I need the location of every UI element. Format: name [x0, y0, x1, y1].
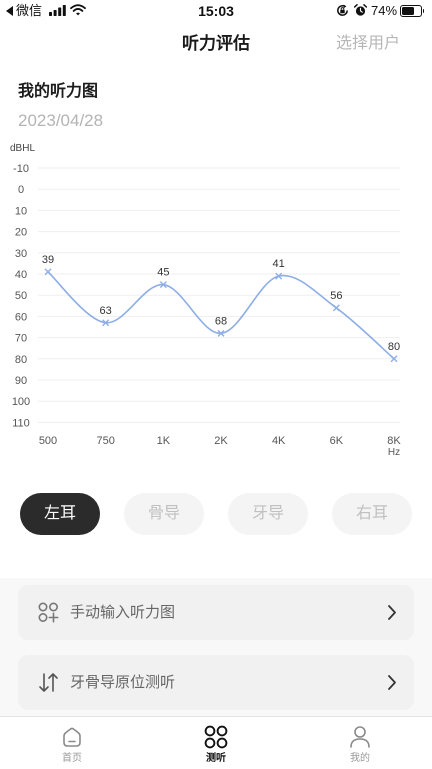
chevron-right-icon — [388, 675, 396, 690]
x-tick-label: 4K — [272, 435, 286, 447]
audiogram-chart: dBHL -10 0 10 20 30 40 50 60 70 80 90 100 110 500 750 1K… — [10, 143, 401, 458]
data-label: 80 — [388, 341, 400, 353]
battery-percent: 74% — [371, 3, 398, 18]
y-tick-label: 50 — [15, 290, 27, 302]
status-time: 15:03 — [198, 3, 234, 19]
user-icon — [350, 726, 370, 748]
y-tick-label: 40 — [15, 269, 27, 281]
four-circles-icon — [204, 725, 228, 749]
menu-item-in-situ-test[interactable]: 牙骨导原位测听 — [18, 655, 414, 710]
x-tick-label: 2K — [214, 435, 228, 447]
x-tick-label: 8K — [387, 435, 401, 447]
y-tick-label: 110 — [12, 417, 30, 429]
home-icon — [63, 727, 81, 747]
data-label: 56 — [330, 290, 342, 302]
audiogram-date: 2023/04/28 — [18, 111, 104, 130]
chevron-right-icon — [388, 605, 396, 620]
circles-plus-icon — [38, 602, 59, 623]
tab-bone-conduction[interactable]: 骨导 — [124, 493, 204, 535]
y-tick-label: 100 — [12, 396, 30, 408]
y-tick-label: 60 — [15, 311, 27, 323]
x-axis-unit: Hz — [388, 447, 400, 458]
data-label: 39 — [42, 254, 54, 266]
y-tick-label: 80 — [15, 354, 27, 366]
tab-profile[interactable]: 我的 — [310, 717, 410, 769]
tab-left-ear[interactable]: 左耳 — [20, 493, 100, 535]
tab-hearing-test[interactable]: 测听 — [166, 717, 266, 769]
data-point-marker — [332, 304, 340, 312]
y-tick-label: 0 — [18, 184, 24, 196]
tab-right-ear[interactable]: 右耳 — [332, 493, 412, 535]
sort-arrows-icon — [39, 673, 58, 692]
y-tick-label: 30 — [15, 248, 27, 260]
battery-icon — [400, 5, 425, 17]
x-tick-label: 6K — [330, 435, 344, 447]
tab-home[interactable]: 首页 — [22, 717, 122, 769]
bottom-tab-bar: 首页 测听 我的 — [0, 716, 432, 768]
tab-label: 我的 — [350, 753, 370, 764]
menu-item-label: 牙骨导原位测听 — [70, 674, 176, 691]
x-tick-label: 1K — [157, 435, 171, 447]
select-user-button[interactable]: 选择用户 — [336, 35, 400, 53]
tab-label: 测听 — [206, 753, 226, 764]
tab-label: 首页 — [62, 753, 82, 764]
data-label: 41 — [273, 258, 285, 270]
y-tick-label: 20 — [15, 227, 27, 239]
rotation-lock-icon — [337, 4, 348, 16]
y-axis-label: dBHL — [10, 143, 35, 154]
marker-cross — [332, 304, 340, 312]
y-tick-label: 70 — [15, 333, 27, 345]
x-tick-label: 750 — [96, 435, 114, 447]
alarm-icon — [354, 4, 367, 16]
data-label: 45 — [157, 267, 169, 279]
menu-item-label: 手动输入听力图 — [70, 604, 176, 621]
y-tick-label: 90 — [15, 375, 27, 387]
data-label: 68 — [215, 315, 227, 327]
y-tick-label: -10 — [13, 163, 29, 175]
audiogram-title: 我的听力图 — [18, 83, 99, 100]
menu-item-manual-input[interactable]: 手动输入听力图 — [18, 585, 414, 640]
tab-tooth-conduction[interactable]: 牙导 — [228, 493, 308, 535]
x-tick-label: 500 — [39, 435, 57, 447]
battery-fill — [402, 7, 414, 15]
status-bar: 微信 15:03 74% — [0, 0, 432, 22]
data-label: 63 — [100, 305, 112, 317]
y-tick-label: 10 — [15, 205, 27, 217]
